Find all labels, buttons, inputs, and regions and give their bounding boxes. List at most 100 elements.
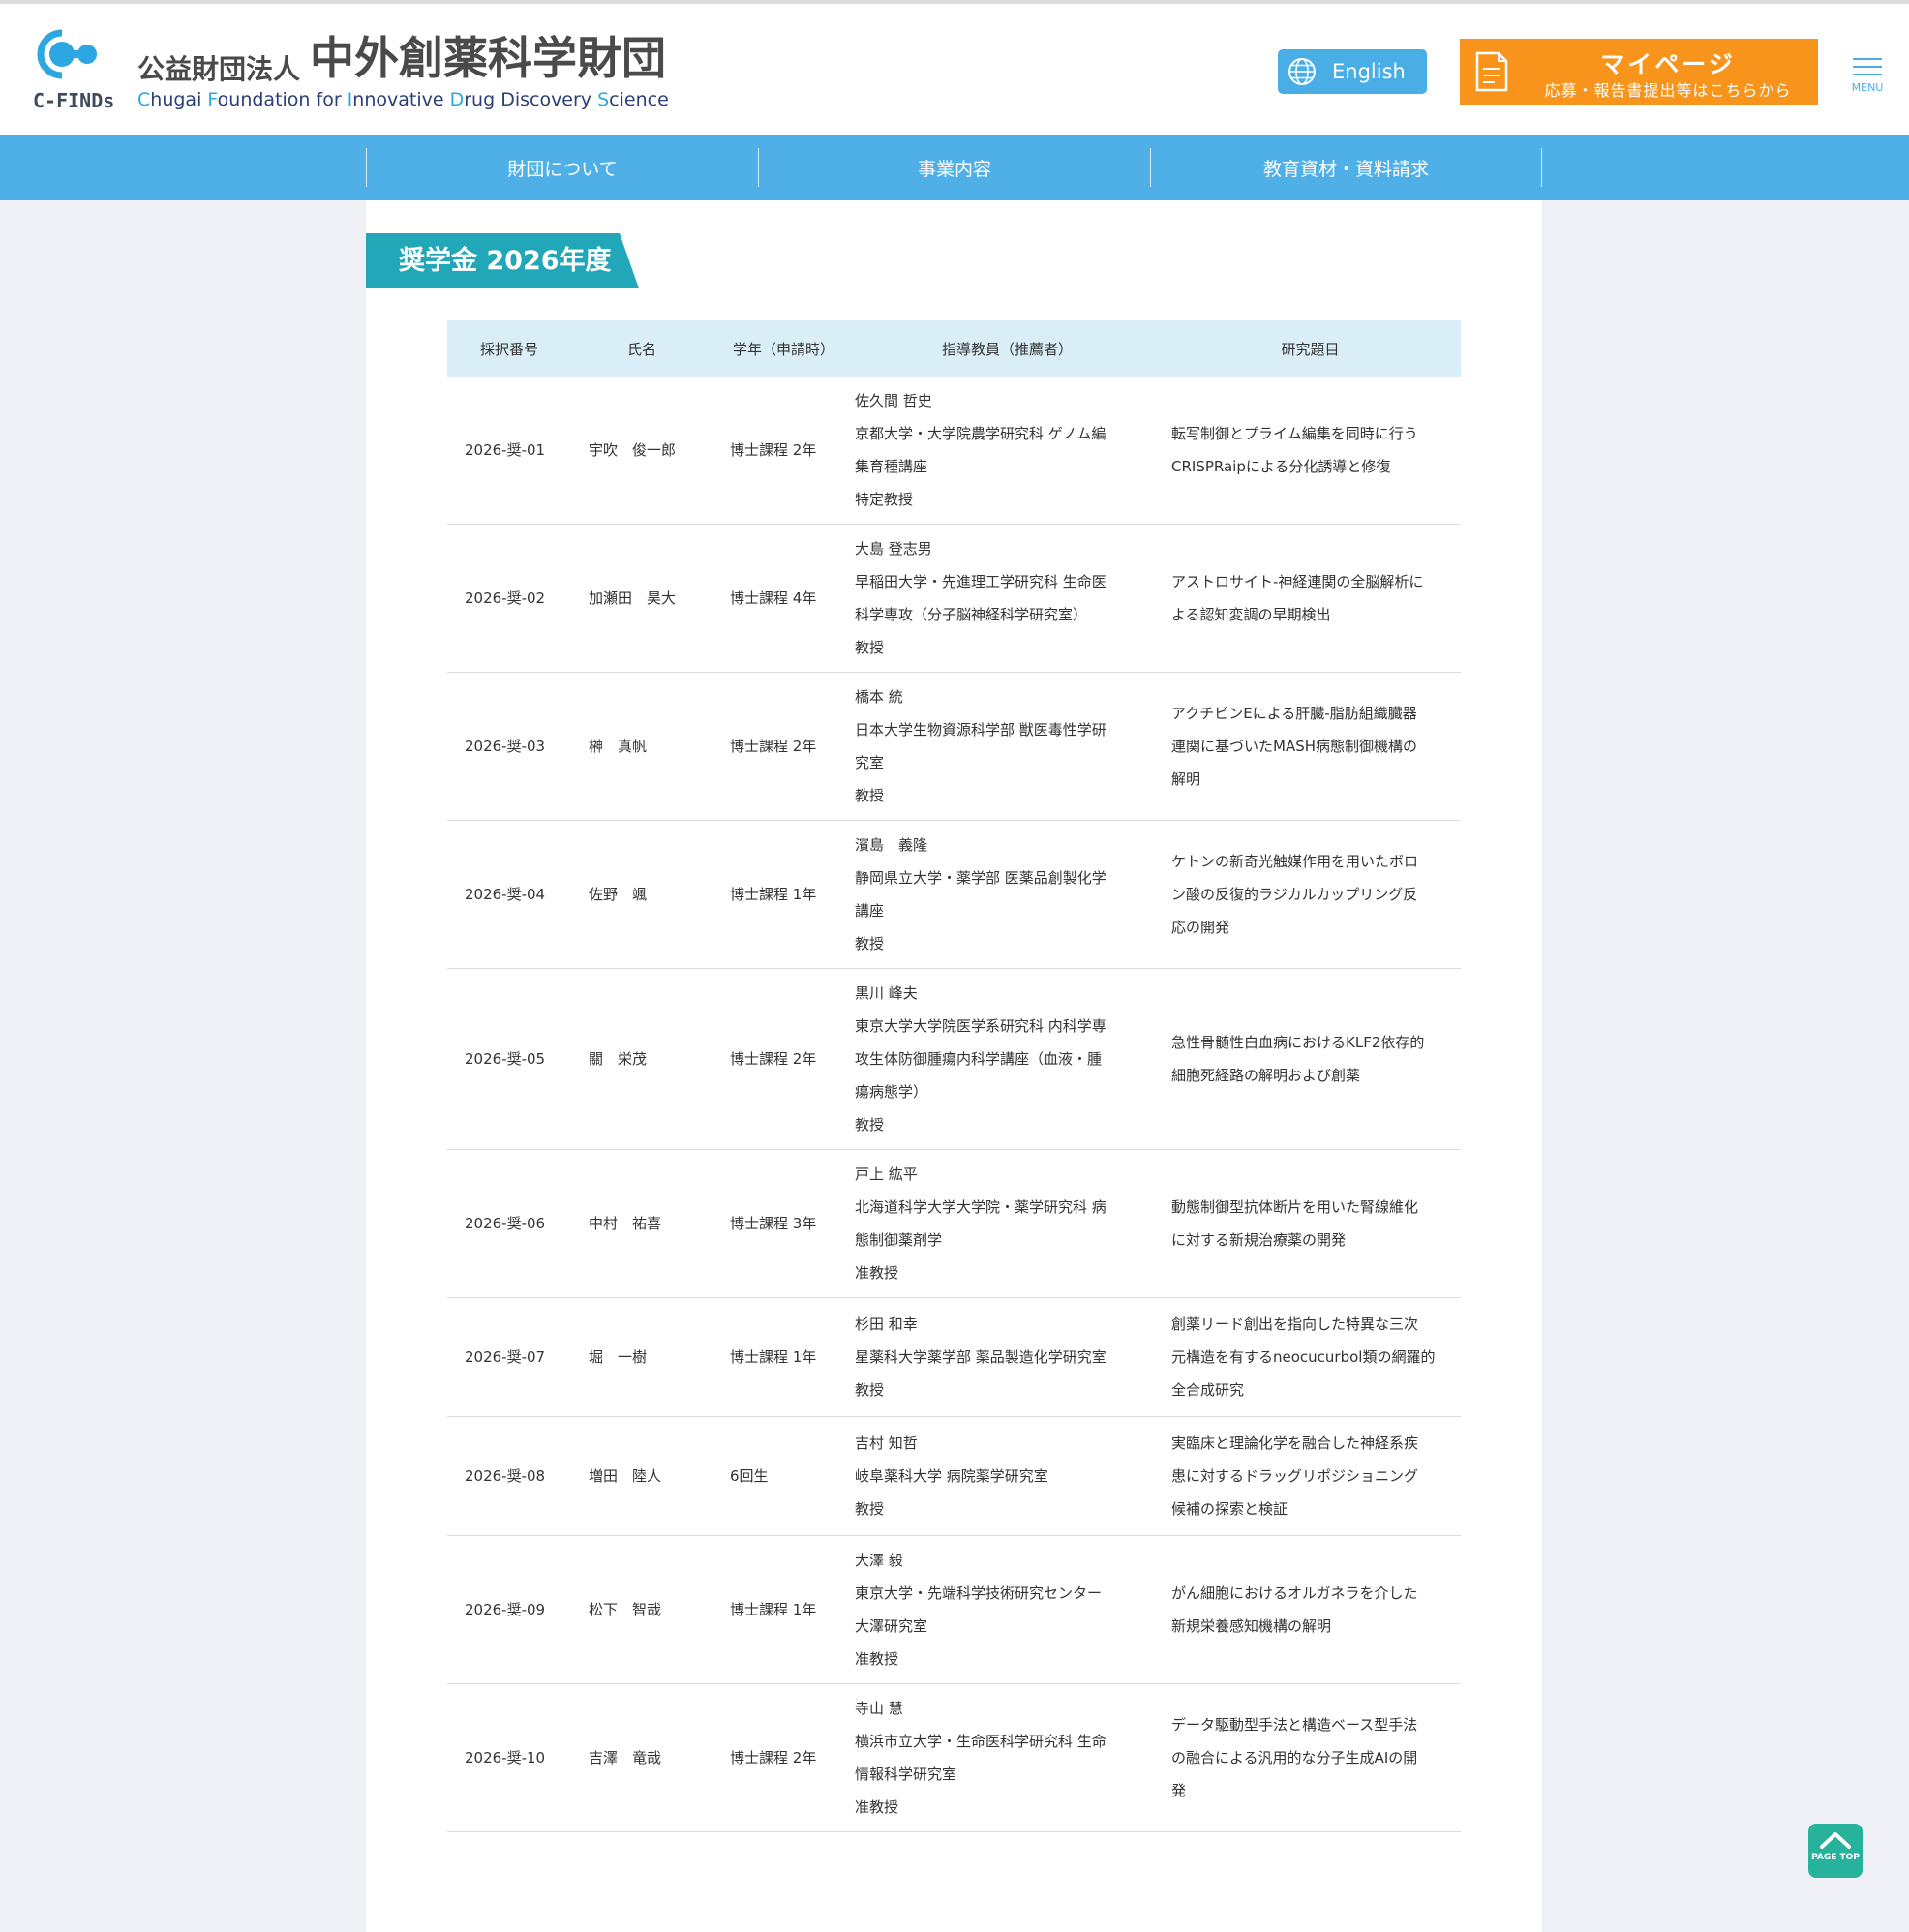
cell-name: 増田 陸人 — [571, 1416, 712, 1536]
header-topic: 研究題目 — [1160, 320, 1461, 377]
cell-name: 松下 智哉 — [571, 1535, 712, 1684]
table-row: 2026-奨-06 中村 祐喜 博士課程 3年 戸上 紘平 北海道科学大学大学院・薬学研… — [447, 1149, 1461, 1298]
cell-id: 2026-奨-06 — [447, 1149, 571, 1298]
topic-line: 細胞死経路の解明および創薬 — [1171, 1067, 1361, 1084]
org-en-word: rug Discovery — [464, 89, 598, 110]
teacher-line: 准教授 — [855, 1798, 899, 1816]
table-row: 2026-奨-02 加瀬田 昊大 博士課程 4年 大島 登志男 早稲田大学・先進理工学研… — [447, 524, 1461, 673]
scholarship-table: 採択番号 氏名 学年（申請時） 指導教員（推薦者） 研究題目 2026-奨-01… — [447, 320, 1461, 1832]
topic-line: 転写制御とプライム編集を同時に行う — [1171, 425, 1418, 442]
teacher-line: 教授 — [855, 1116, 885, 1133]
teacher-line: 教授 — [855, 1381, 885, 1399]
topic-line: の融合による汎用的な分子生成AIの開 — [1171, 1749, 1418, 1766]
org-name: 中外創薬科学財団 — [310, 32, 667, 84]
cell-teacher: 橋本 統日本大学生物資源科学部 獣医毒性学研 究室 教授 — [855, 672, 1160, 821]
cell-topic: アストロサイト-神経連関の全脳解析に よる認知変調の早期検出 — [1160, 524, 1461, 673]
teacher-line: 瘍病態学） — [855, 1083, 928, 1101]
cell-topic: 転写制御とプライム編集を同時に行う CRISPRaipによる分化誘導と修復 — [1160, 377, 1461, 525]
org-english-name: Chugai Foundation for Innovative Drug Di… — [137, 89, 669, 110]
cell-id: 2026-奨-07 — [447, 1297, 571, 1417]
teacher-line: 横浜市立大学・生命医科学研究科 生命 — [855, 1733, 1106, 1750]
teacher-line: 佐久間 哲史 — [855, 392, 932, 409]
teacher-line: 教授 — [855, 935, 885, 952]
teacher-line: 教授 — [855, 787, 885, 804]
arrow-up-icon — [1820, 1832, 1851, 1849]
topic-line: CRISPRaipによる分化誘導と修復 — [1171, 458, 1391, 475]
cell-grade: 博士課程 1年 — [712, 1535, 855, 1684]
section-title: 奨学金 2026年度 — [366, 233, 639, 288]
cell-id: 2026-奨-10 — [447, 1683, 571, 1832]
cell-name: 堀 一樹 — [571, 1297, 712, 1417]
table-row: 2026-奨-01 宇吹 俊一郎 博士課程 2年 佐久間 哲史 京都大学・大学院農学研究… — [447, 377, 1461, 525]
org-en-initial: C — [137, 89, 151, 110]
cell-teacher: 黒川 峰夫 東京大学大学院医学系研究科 内科学専 攻生体防御腫瘍内科学講座（血液・腫… — [855, 968, 1160, 1150]
cell-grade: 博士課程 2年 — [712, 377, 855, 525]
menu-button[interactable]: MENU — [1849, 58, 1886, 106]
cell-teacher: 吉村 知哲 岐阜薬科大学 病院薬学研究室 教授 — [855, 1416, 1160, 1536]
cell-teacher: 戸上 紘平 北海道科学大学大学院・薬学研究科 病態制御薬剤学 准教授 — [855, 1149, 1160, 1298]
teacher-line: 静岡県立大学・薬学部 医薬品創製化学 — [855, 869, 1106, 887]
org-title: 公益財団法人 中外創薬科学財団 — [137, 23, 666, 87]
teacher-line: 講座 — [855, 902, 885, 920]
header-teacher: 指導教員（推薦者） — [855, 320, 1160, 377]
teacher-line: 北海道科学大学大学院・薬学研究科 病 — [855, 1198, 1106, 1216]
cell-id: 2026-奨-08 — [447, 1416, 571, 1536]
hamburger-icon — [1853, 58, 1882, 60]
mypage-button[interactable]: マイページ 応募・報告書提出等はこちらから — [1460, 39, 1818, 105]
cell-topic: 創薬リード創出を指向した特異な三次 元構造を有するneocucurbol類の網羅的… — [1160, 1297, 1461, 1417]
teacher-line: 大島 登志男 — [855, 540, 932, 558]
cell-topic: アクチビンEによる肝臓-脂肪組織臓器 連関に基づいたMASH病態制御機構の 解明 — [1160, 672, 1461, 821]
teacher-line: 大澤研究室 — [855, 1617, 928, 1635]
global-nav: 財団について 事業内容 教育資材・資料請求 — [0, 135, 1909, 200]
cell-id: 2026-奨-05 — [447, 968, 571, 1150]
topic-line: 実臨床と理論化学を融合した神経系疾 — [1171, 1434, 1419, 1452]
topic-line: 全合成研究 — [1171, 1381, 1245, 1399]
table-row: 2026-奨-10 吉澤 竜哉 博士課程 2年 寺山 慧横浜市立大学・生命医科学研究科… — [447, 1683, 1461, 1832]
teacher-line: 究室 — [855, 754, 885, 771]
english-button[interactable]: English — [1278, 49, 1427, 94]
c-finds-logo-icon — [37, 29, 97, 79]
header-id: 採択番号 — [447, 320, 571, 377]
teacher-line: 戸上 紘平 — [855, 1165, 918, 1183]
table-row: 2026-奨-08 増田 陸人 6回生 吉村 知哲 岐阜薬科大学 病院薬学研究室 教授 実臨… — [447, 1416, 1461, 1536]
org-en-word: oundation for — [217, 89, 348, 110]
topic-line: アストロサイト-神経連関の全脳解析に — [1171, 573, 1424, 590]
teacher-line: 教授 — [855, 639, 885, 656]
topic-line: 動態制御型抗体断片を用いた腎線維化 — [1171, 1198, 1419, 1216]
topic-line: がん細胞におけるオルガネラを介した — [1171, 1585, 1418, 1602]
page-top-button[interactable]: PAGE TOP — [1808, 1824, 1863, 1878]
logo-text: C-FINDs — [33, 89, 115, 112]
topic-line: 元構造を有するneocucurbol類の網羅的 — [1171, 1348, 1436, 1366]
teacher-line: 情報科学研究室 — [855, 1766, 957, 1783]
cell-topic: データ駆動型手法と構造ベース型手法 の融合による汎用的な分子生成AIの開発 — [1160, 1683, 1461, 1832]
teacher-line: 早稲田大学・先進理工学研究科 生命医 — [855, 573, 1106, 590]
cell-grade: 博士課程 1年 — [712, 1297, 855, 1417]
nav-item-about[interactable]: 財団について — [366, 148, 758, 187]
table-row: 2026-奨-07 堀 一樹 博士課程 1年 杉田 和幸 星薬科大学薬学部 薬品製造化学… — [447, 1297, 1461, 1417]
table-body: 2026-奨-01 宇吹 俊一郎 博士課程 2年 佐久間 哲史 京都大学・大学院農学研究… — [447, 377, 1461, 1832]
topic-line: ケトンの新奇光触媒作用を用いたボロ — [1171, 853, 1419, 870]
topic-line: 応の開発 — [1171, 919, 1230, 936]
topic-line: アクチビンEによる肝臓-脂肪組織臓器 — [1171, 705, 1417, 722]
cell-name: 吉澤 竜哉 — [571, 1683, 712, 1832]
topic-line: 発 — [1171, 1782, 1187, 1799]
cell-id: 2026-奨-04 — [447, 820, 571, 969]
cell-topic: ケトンの新奇光触媒作用を用いたボロ ン酸の反復的ラジカルカップリング反 応の開発 — [1160, 820, 1461, 969]
nav-item-business[interactable]: 事業内容 — [758, 148, 1150, 187]
topic-line: よる認知変調の早期検出 — [1171, 606, 1331, 623]
teacher-line: 寺山 慧 — [855, 1700, 903, 1717]
hamburger-icon-bar — [1853, 74, 1882, 75]
teacher-line: 集育種講座 — [855, 458, 928, 475]
cell-grade: 博士課程 4年 — [712, 524, 855, 673]
org-en-initial: S — [597, 89, 610, 110]
topic-line: 候補の探索と検証 — [1171, 1500, 1288, 1518]
nav-item-materials[interactable]: 教育資材・資料請求 — [1150, 148, 1542, 187]
org-en-word: cience — [609, 89, 669, 110]
cell-teacher: 大澤 毅東京大学・先端科学技術研究センター 大澤研究室 准教授 — [855, 1535, 1160, 1684]
cell-grade: 6回生 — [712, 1416, 855, 1536]
org-en-word: nnovative — [352, 89, 450, 110]
org-en-word: hugai — [150, 89, 208, 110]
teacher-line: 橋本 統 — [855, 688, 903, 706]
cell-name: 榊 真帆 — [571, 672, 712, 821]
table-row: 2026-奨-03 榊 真帆 博士課程 2年 橋本 統日本大学生物資源科学部 獣医毒性… — [447, 672, 1461, 821]
